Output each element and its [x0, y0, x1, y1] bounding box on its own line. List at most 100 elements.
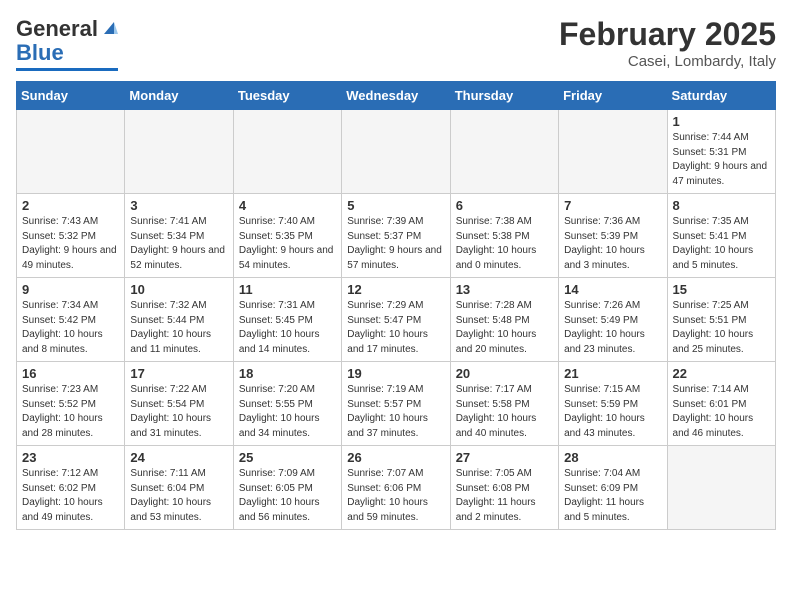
calendar-day: 13 Sunrise: 7:28 AM Sunset: 5:48 PM Dayli…	[450, 278, 558, 362]
calendar-day: 2 Sunrise: 7:43 AM Sunset: 5:32 PM Daylig…	[17, 194, 125, 278]
day-number: 20	[456, 366, 553, 381]
day-info: Sunrise: 7:20 AM Sunset: 5:55 PM Dayligh…	[239, 383, 336, 441]
calendar-day: 21 Sunrise: 7:15 AM Sunset: 5:59 PM Dayli…	[559, 362, 667, 446]
day-number: 17	[130, 366, 227, 381]
calendar-day: 5 Sunrise: 7:39 AM Sunset: 5:37 PM Daylig…	[342, 194, 450, 278]
day-info: Sunrise: 7:28 AM Sunset: 5:48 PM Dayligh…	[456, 299, 553, 357]
day-number: 24	[130, 450, 227, 465]
day-info: Sunrise: 7:25 AM Sunset: 5:51 PM Dayligh…	[673, 299, 770, 357]
weekday-header-monday: Monday	[125, 82, 233, 110]
day-info: Sunrise: 7:43 AM Sunset: 5:32 PM Dayligh…	[22, 215, 119, 273]
day-info: Sunrise: 7:38 AM Sunset: 5:38 PM Dayligh…	[456, 215, 553, 273]
day-number: 23	[22, 450, 119, 465]
logo-triangle-icon	[100, 18, 118, 36]
logo-blue-text: Blue	[16, 40, 64, 66]
day-number: 21	[564, 366, 661, 381]
day-number: 10	[130, 282, 227, 297]
calendar-day: 19 Sunrise: 7:19 AM Sunset: 5:57 PM Dayli…	[342, 362, 450, 446]
day-number: 3	[130, 198, 227, 213]
day-info: Sunrise: 7:29 AM Sunset: 5:47 PM Dayligh…	[347, 299, 444, 357]
calendar-day: 26 Sunrise: 7:07 AM Sunset: 6:06 PM Dayli…	[342, 446, 450, 530]
day-info: Sunrise: 7:41 AM Sunset: 5:34 PM Dayligh…	[130, 215, 227, 273]
day-number: 22	[673, 366, 770, 381]
day-number: 12	[347, 282, 444, 297]
calendar-day: 24 Sunrise: 7:11 AM Sunset: 6:04 PM Dayli…	[125, 446, 233, 530]
calendar-day	[559, 110, 667, 194]
calendar-day: 14Sunrise: 7:26 AM Sunset: 5:49 PM Dayli…	[559, 278, 667, 362]
day-info: Sunrise: 7:19 AM Sunset: 5:57 PM Dayligh…	[347, 383, 444, 441]
calendar-day: 28 Sunrise: 7:04 AM Sunset: 6:09 PM Dayli…	[559, 446, 667, 530]
weekday-header-tuesday: Tuesday	[233, 82, 341, 110]
weekday-header-thursday: Thursday	[450, 82, 558, 110]
calendar-day: 25 Sunrise: 7:09 AM Sunset: 6:05 PM Dayli…	[233, 446, 341, 530]
day-info: Sunrise: 7:05 AM Sunset: 6:08 PM Dayligh…	[456, 467, 553, 525]
day-info: Sunrise: 7:04 AM Sunset: 6:09 PM Dayligh…	[564, 467, 661, 525]
day-info: Sunrise: 7:11 AM Sunset: 6:04 PM Dayligh…	[130, 467, 227, 525]
calendar-day: 3 Sunrise: 7:41 AM Sunset: 5:34 PM Daylig…	[125, 194, 233, 278]
calendar-day: 6Sunrise: 7:38 AM Sunset: 5:38 PM Daylig…	[450, 194, 558, 278]
day-info: Sunrise: 7:40 AM Sunset: 5:35 PM Dayligh…	[239, 215, 336, 273]
day-number: 8	[673, 198, 770, 213]
day-info: Sunrise: 7:44 AM Sunset: 5:31 PM Dayligh…	[673, 131, 770, 189]
day-number: 1	[673, 114, 770, 129]
weekday-header-wednesday: Wednesday	[342, 82, 450, 110]
calendar-day: 16 Sunrise: 7:23 AM Sunset: 5:52 PM Dayli…	[17, 362, 125, 446]
day-number: 13	[456, 282, 553, 297]
day-number: 19	[347, 366, 444, 381]
day-number: 25	[239, 450, 336, 465]
logo-underline	[16, 68, 118, 71]
calendar-table: SundayMondayTuesdayWednesdayThursdayFrid…	[16, 81, 776, 530]
calendar-day: 1 Sunrise: 7:44 AM Sunset: 5:31 PM Daylig…	[667, 110, 775, 194]
day-info: Sunrise: 7:22 AM Sunset: 5:54 PM Dayligh…	[130, 383, 227, 441]
calendar-day: 18Sunrise: 7:20 AM Sunset: 5:55 PM Dayli…	[233, 362, 341, 446]
day-info: Sunrise: 7:12 AM Sunset: 6:02 PM Dayligh…	[22, 467, 119, 525]
calendar-day: 23 Sunrise: 7:12 AM Sunset: 6:02 PM Dayli…	[17, 446, 125, 530]
calendar-week-5: 23 Sunrise: 7:12 AM Sunset: 6:02 PM Dayli…	[17, 446, 776, 530]
logo: General Blue	[16, 16, 118, 71]
month-title: February 2025	[559, 16, 776, 53]
calendar-day: 22 Sunrise: 7:14 AM Sunset: 6:01 PM Dayli…	[667, 362, 775, 446]
day-info: Sunrise: 7:34 AM Sunset: 5:42 PM Dayligh…	[22, 299, 119, 357]
day-info: Sunrise: 7:07 AM Sunset: 6:06 PM Dayligh…	[347, 467, 444, 525]
day-number: 26	[347, 450, 444, 465]
calendar-day: 27Sunrise: 7:05 AM Sunset: 6:08 PM Dayli…	[450, 446, 558, 530]
calendar-day: 12 Sunrise: 7:29 AM Sunset: 5:47 PM Dayli…	[342, 278, 450, 362]
calendar-day	[125, 110, 233, 194]
day-number: 16	[22, 366, 119, 381]
weekday-header-saturday: Saturday	[667, 82, 775, 110]
location-subtitle: Casei, Lombardy, Italy	[559, 53, 776, 70]
day-info: Sunrise: 7:09 AM Sunset: 6:05 PM Dayligh…	[239, 467, 336, 525]
day-info: Sunrise: 7:39 AM Sunset: 5:37 PM Dayligh…	[347, 215, 444, 273]
day-info: Sunrise: 7:23 AM Sunset: 5:52 PM Dayligh…	[22, 383, 119, 441]
logo-general-text: General	[16, 16, 98, 42]
day-number: 4	[239, 198, 336, 213]
calendar-day: 7 Sunrise: 7:36 AM Sunset: 5:39 PM Daylig…	[559, 194, 667, 278]
calendar-week-1: 1 Sunrise: 7:44 AM Sunset: 5:31 PM Daylig…	[17, 110, 776, 194]
title-block: February 2025 Casei, Lombardy, Italy	[559, 16, 776, 70]
day-info: Sunrise: 7:26 AM Sunset: 5:49 PM Dayligh…	[564, 299, 661, 357]
calendar-day	[667, 446, 775, 530]
calendar-day: 20Sunrise: 7:17 AM Sunset: 5:58 PM Dayli…	[450, 362, 558, 446]
calendar-day: 11 Sunrise: 7:31 AM Sunset: 5:45 PM Dayli…	[233, 278, 341, 362]
calendar-day: 9Sunrise: 7:34 AM Sunset: 5:42 PM Daylig…	[17, 278, 125, 362]
calendar-week-4: 16 Sunrise: 7:23 AM Sunset: 5:52 PM Dayli…	[17, 362, 776, 446]
calendar-week-2: 2 Sunrise: 7:43 AM Sunset: 5:32 PM Daylig…	[17, 194, 776, 278]
day-info: Sunrise: 7:15 AM Sunset: 5:59 PM Dayligh…	[564, 383, 661, 441]
calendar-day	[450, 110, 558, 194]
page-header: General Blue February 2025 Casei, Lombar…	[16, 16, 776, 71]
calendar-day	[342, 110, 450, 194]
day-info: Sunrise: 7:36 AM Sunset: 5:39 PM Dayligh…	[564, 215, 661, 273]
day-info: Sunrise: 7:14 AM Sunset: 6:01 PM Dayligh…	[673, 383, 770, 441]
calendar-day: 8Sunrise: 7:35 AM Sunset: 5:41 PM Daylig…	[667, 194, 775, 278]
weekday-header-friday: Friday	[559, 82, 667, 110]
day-number: 15	[673, 282, 770, 297]
day-info: Sunrise: 7:31 AM Sunset: 5:45 PM Dayligh…	[239, 299, 336, 357]
day-info: Sunrise: 7:32 AM Sunset: 5:44 PM Dayligh…	[130, 299, 227, 357]
day-number: 2	[22, 198, 119, 213]
calendar-day	[17, 110, 125, 194]
day-number: 7	[564, 198, 661, 213]
day-number: 5	[347, 198, 444, 213]
day-number: 28	[564, 450, 661, 465]
calendar-day: 4 Sunrise: 7:40 AM Sunset: 5:35 PM Daylig…	[233, 194, 341, 278]
day-number: 11	[239, 282, 336, 297]
